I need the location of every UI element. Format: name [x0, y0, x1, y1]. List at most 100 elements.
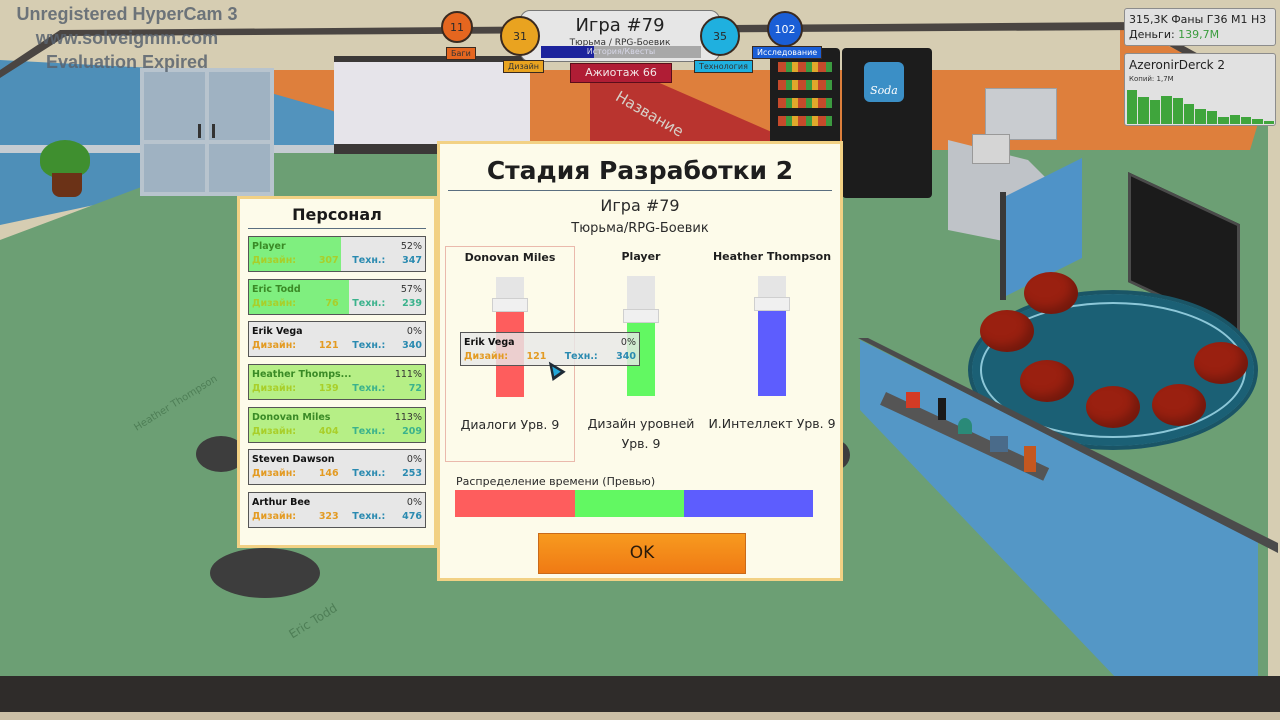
- beanbag: [1024, 272, 1078, 314]
- beanbag: [1020, 360, 1074, 402]
- focus-slider-fill: [758, 309, 786, 396]
- tech-value: 72: [408, 383, 422, 395]
- staff-card[interactable]: Donovan Miles 113% Дизайн: 404 Техн.: 209: [248, 406, 426, 443]
- staff-name: Erik Vega: [464, 337, 515, 348]
- tech-value: 340: [402, 340, 422, 352]
- tech-label: Техн.:: [352, 255, 386, 266]
- design-label: Дизайн:: [252, 255, 297, 266]
- tech-label: Техн.:: [352, 468, 386, 480]
- staff-name: Eric Todd: [252, 283, 301, 295]
- staff-percent: 113%: [394, 411, 422, 423]
- desk: [210, 548, 320, 598]
- trophy-icon: [906, 392, 920, 408]
- staff-panel: Персонал Player 52% Дизайн: 307 Техн.: 347 Eri…: [237, 196, 437, 548]
- tech-value: 209: [402, 425, 422, 437]
- watermark-line: www.solveigmm.com: [35, 28, 219, 48]
- feature-name: И.Интеллект Урв. 9: [708, 416, 836, 431]
- sales-bar: [1138, 96, 1149, 124]
- beanbag: [1086, 386, 1140, 428]
- assignee-name: Heather Thompson: [712, 250, 832, 263]
- design-stat-label: Дизайн: [503, 60, 545, 73]
- staff-card[interactable]: Erik Vega 0% Дизайн: 121 Техн.: 340: [248, 321, 426, 358]
- money-value: 139,7M: [1178, 28, 1220, 41]
- assignee-name: Donovan Miles: [464, 251, 556, 264]
- door-handle: [198, 124, 201, 138]
- staff-card[interactable]: Heather Thomps... 111% Дизайн: 139 Техн.: 72: [248, 364, 426, 401]
- computer-icon: [990, 436, 1008, 452]
- company-stats-box[interactable]: 315,3K Фаны Г36 М1 Н3 Деньги: 139,7M: [1124, 8, 1276, 46]
- copies-sold: Копий: 1,7М: [1129, 75, 1174, 83]
- time-segment: [684, 490, 813, 517]
- feature-name: Дизайн уровней Урв. 9: [587, 416, 695, 451]
- snack-row: [778, 62, 832, 72]
- slider-handle[interactable]: [623, 308, 659, 323]
- slider-handle[interactable]: [492, 297, 528, 312]
- tech-label: Техн.:: [352, 511, 386, 523]
- sales-bar: [1161, 96, 1172, 124]
- tech-value: 340: [616, 351, 636, 362]
- sales-bar: [1229, 114, 1240, 124]
- beanbag: [980, 310, 1034, 352]
- staff-name: Player: [252, 241, 286, 252]
- released-game-box[interactable]: AzeronirDerck 2 Копий: 1,7М: [1124, 53, 1276, 126]
- staff-card[interactable]: Eric Todd 57% Дизайн: 76 Техн.: 239: [248, 278, 426, 315]
- staff-name: Erik Vega: [252, 326, 303, 338]
- staff-card[interactable]: Arthur Bee 0% Дизайн: 323 Техн.: 476: [248, 492, 426, 529]
- glass-door: [140, 68, 274, 196]
- tech-label: Техн.:: [352, 383, 386, 395]
- game-name: Игра #79: [600, 196, 680, 215]
- tech-label: Техн.:: [352, 340, 386, 352]
- snack-row: [778, 116, 832, 126]
- watermark-line: Unregistered HyperCam 3: [16, 4, 238, 24]
- feature-column[interactable]: Heather Thompson И.Интеллект Урв. 9: [707, 246, 837, 462]
- dialog-title: Стадия Разработки 2: [448, 154, 832, 191]
- recorder-watermark: Unregistered HyperCam 3 www.solveigmm.co…: [2, 2, 252, 74]
- stage-progress-label: История/Квесты: [586, 47, 656, 56]
- staff-percent: 52%: [400, 241, 422, 252]
- staff-card[interactable]: Steven Dawson 0% Дизайн: 146 Техн.: 253: [248, 449, 426, 486]
- time-allocation-label: Распределение времени (Превью): [456, 475, 656, 488]
- mushroom-icon: [958, 418, 972, 434]
- focus-slider[interactable]: [754, 276, 790, 396]
- staff-percent: 57%: [400, 283, 422, 295]
- design-label: Дизайн:: [252, 297, 297, 309]
- tech-stat-label: Технология: [694, 60, 753, 73]
- sales-bar: [1240, 116, 1252, 124]
- door-handle: [212, 124, 215, 138]
- project-title: Игра #79: [575, 15, 665, 36]
- tech-label: Техн.:: [564, 351, 598, 362]
- staff-name: Donovan Miles: [252, 411, 331, 423]
- sales-bar: [1149, 100, 1161, 124]
- money-label: Деньги:: [1129, 28, 1175, 41]
- figure-icon: [938, 398, 946, 420]
- microwave-icon: [972, 134, 1010, 164]
- ok-button[interactable]: OK: [538, 533, 746, 574]
- staff-name: Heather Thomps...: [252, 369, 352, 381]
- staff-card[interactable]: Player 52% Дизайн: 307 Техн.: 347: [248, 236, 426, 272]
- released-game-title: AzeronirDerck 2: [1129, 58, 1226, 72]
- beanbag: [1152, 384, 1206, 426]
- tech-value: 347: [402, 255, 422, 266]
- bugs-stat-circle: 11: [441, 11, 473, 43]
- snack-row: [778, 98, 832, 108]
- sales-bar: [1206, 111, 1218, 124]
- snack-row: [778, 80, 832, 90]
- floor-edge: [0, 676, 1280, 712]
- screen-bottom: [0, 712, 1280, 720]
- tech-value: 476: [402, 511, 422, 523]
- tech-label: Техн.:: [352, 297, 386, 309]
- design-value: 323: [318, 511, 339, 523]
- staff-percent: 0%: [620, 337, 636, 348]
- design-label: Дизайн:: [252, 468, 297, 480]
- design-value: 121: [318, 340, 339, 352]
- time-segment: [574, 490, 685, 517]
- watermark-line: Evaluation Expired: [45, 52, 209, 72]
- beanbag: [1194, 342, 1248, 384]
- soda-logo: Soda: [864, 62, 904, 102]
- design-label: Дизайн:: [252, 340, 297, 352]
- partition-edge: [1000, 192, 1006, 300]
- slider-handle[interactable]: [754, 296, 790, 311]
- design-label: Дизайн:: [252, 511, 297, 523]
- tech-value: 239: [402, 297, 422, 309]
- sales-bar: [1127, 90, 1138, 124]
